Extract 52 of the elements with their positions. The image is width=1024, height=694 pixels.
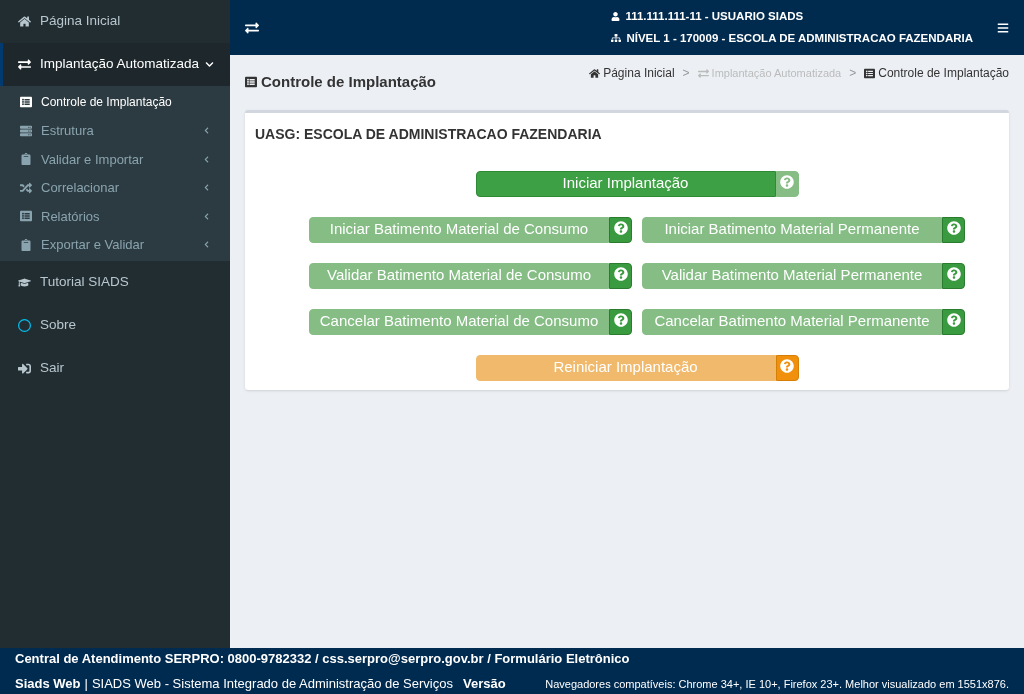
shuffle-icon — [20, 181, 32, 194]
list-icon — [864, 67, 876, 79]
sidebar-item[interactable]: Tutorial SIADS — [0, 261, 230, 304]
breadcrumb-link[interactable]: Página Inicial — [589, 64, 675, 82]
graduation-cap-icon — [18, 276, 31, 289]
submenu-item[interactable]: Controle de Implantação — [0, 88, 230, 117]
breadcrumb-separator: > — [681, 65, 691, 82]
browser-notice: Navegadores compatíveis: Chrome 34+, IE 10+, Firefox 23+. Melhor visualizado em 1551x876. — [545, 676, 1009, 692]
menu-icon[interactable] — [997, 21, 1009, 34]
user-icon — [611, 12, 621, 22]
sidebar-item[interactable]: Página Inicial — [0, 0, 230, 43]
server-icon — [20, 124, 32, 137]
exchange-arrows-icon[interactable] — [245, 20, 259, 35]
system-name: SIADS Web - Sistema Integrado de Administração de Serviços — [91, 675, 453, 693]
page-title: Controle de Implantação — [261, 72, 437, 92]
brand-name: Siads Web — [15, 675, 81, 693]
sign-in-icon — [18, 362, 31, 375]
submenu-item[interactable]: Relatórios — [0, 202, 230, 231]
user-name: 111.111.111-11 - USUARIO SIADS — [625, 9, 804, 25]
question-icon — [946, 266, 961, 281]
submenu-item[interactable]: Correlacionar — [0, 173, 230, 202]
question-icon — [946, 312, 961, 327]
exchange-arrows-icon — [18, 58, 31, 71]
unit-level: NÍVEL 1 - 170009 - ESCOLA DE ADMINISTRACAO FAZENDARIA — [626, 30, 973, 46]
breadcrumb-separator: > — [848, 65, 858, 82]
question-icon — [780, 174, 794, 189]
submenu-item[interactable]: Estrutura — [0, 116, 230, 145]
clipboard-icon — [20, 153, 32, 166]
list-icon — [20, 210, 32, 223]
question-icon — [780, 358, 794, 373]
card-title: UASG: ESCOLA DE ADMINISTRACAO FAZENDARIA — [254, 124, 603, 144]
exchange-arrows-icon — [697, 67, 709, 79]
question-icon — [946, 220, 961, 235]
sitemap-icon — [611, 33, 622, 44]
clipboard-icon — [20, 238, 32, 251]
contact-info: Central de Atendimento SERPRO: 0800-9782332 / css.serpro@serpro.gov.br / Formulário Eletrônico — [15, 649, 631, 668]
sidebar-item[interactable]: Implantação Automatizada — [0, 43, 230, 86]
submenu-item[interactable]: Exportar e Validar — [0, 230, 230, 259]
sidebar-item[interactable]: Sair — [0, 347, 230, 390]
home-icon — [18, 15, 31, 28]
sidebar-item[interactable]: Sobre — [0, 304, 230, 347]
submenu-item[interactable]: Validar e Importar — [0, 145, 230, 174]
list-icon — [245, 76, 257, 89]
action-button[interactable]: Iniciar Implantação — [475, 170, 776, 197]
breadcrumb-link[interactable]: Controle de Implantação — [864, 64, 1009, 82]
home-icon — [589, 67, 601, 79]
question-icon — [613, 266, 628, 281]
question-icon — [613, 220, 628, 235]
separator-text: | — [83, 675, 89, 693]
question-icon — [613, 312, 628, 327]
list-icon — [20, 96, 32, 109]
version-label: Versão — [462, 675, 506, 693]
